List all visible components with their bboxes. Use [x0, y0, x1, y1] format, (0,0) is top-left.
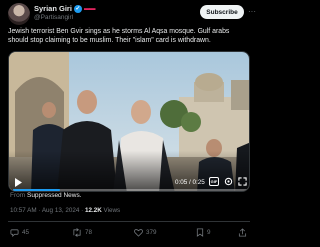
repost-icon: [73, 228, 81, 237]
tweet-meta: 10:57 AM · Aug 13, 2024 · 12.2K Views: [10, 207, 121, 214]
like-button[interactable]: 379: [134, 228, 157, 237]
settings-icon[interactable]: [224, 177, 233, 186]
share-icon[interactable]: [238, 228, 247, 237]
tweet-date[interactable]: Aug 13, 2024: [42, 207, 79, 214]
avatar[interactable]: [8, 3, 30, 25]
reply-icon: [10, 229, 19, 237]
author-name[interactable]: Syrian Giri: [34, 4, 72, 13]
heart-icon: [134, 229, 143, 237]
video-timestamp: 0:05 / 0:25: [175, 179, 205, 186]
action-bar: 45 78 379 9: [8, 225, 250, 243]
divider: [8, 221, 250, 222]
video-source: From Suppressed News.: [10, 192, 82, 199]
video-frame: [9, 52, 249, 191]
video-player[interactable]: 0:05 / 0:25 GIF: [8, 51, 250, 192]
video-source-prefix: From: [10, 192, 26, 199]
subscribe-button[interactable]: Subscribe: [200, 5, 244, 19]
verified-badge-icon: ✓: [73, 4, 82, 13]
fullscreen-icon[interactable]: [238, 177, 247, 186]
view-count-label: Views: [103, 207, 121, 214]
reply-button[interactable]: 45: [10, 228, 29, 237]
video-progress-track[interactable]: [13, 189, 247, 191]
bookmark-count: 9: [207, 229, 211, 236]
gif-icon[interactable]: GIF: [209, 177, 219, 186]
like-count: 379: [146, 229, 157, 236]
author-handle[interactable]: @Partisangirl: [34, 14, 73, 21]
reply-count: 45: [22, 229, 30, 236]
view-count: 12.2K: [84, 207, 102, 214]
video-source-link[interactable]: Suppressed News.: [27, 192, 82, 199]
tweet-time[interactable]: 10:57 AM: [10, 207, 37, 214]
repost-button[interactable]: 78: [72, 228, 92, 237]
bookmark-icon: [196, 228, 204, 237]
more-options-icon[interactable]: ···: [248, 7, 256, 16]
author-name-row[interactable]: Syrian Giri ✓ ▬▬: [34, 4, 95, 13]
tweet-text: Jewish terrorist Ben Gvir sings as he st…: [8, 28, 230, 45]
flag-icon: ▬▬: [83, 5, 96, 12]
video-progress-fill: [13, 189, 60, 191]
repost-count: 78: [85, 229, 93, 236]
play-icon[interactable]: [14, 178, 22, 187]
tweet-header: Syrian Giri ✓ ▬▬ @Partisangirl Subscribe…: [8, 2, 256, 26]
bookmark-button[interactable]: 9: [196, 228, 211, 237]
